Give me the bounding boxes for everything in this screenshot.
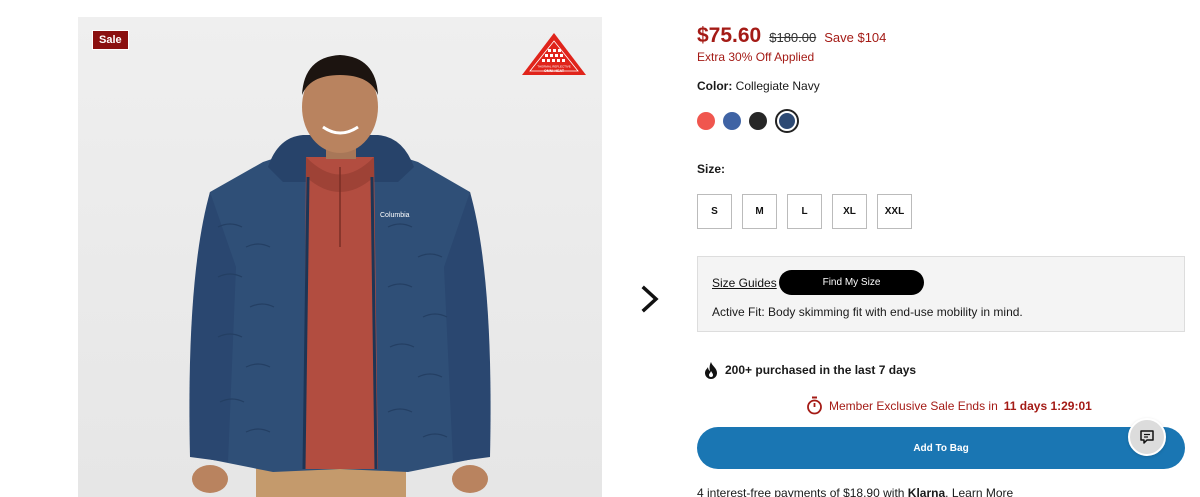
swatch-coral[interactable] — [697, 112, 715, 130]
color-swatches — [697, 109, 799, 133]
size-xl-button[interactable]: XL — [832, 194, 867, 229]
color-label: Color: — [697, 79, 733, 93]
current-price: $75.60 — [697, 24, 762, 47]
stopwatch-icon — [807, 396, 822, 415]
klarna-payment-info: 4 interest-free payments of $18.90 with … — [697, 486, 1013, 497]
color-selector-label: Color: Collegiate Navy — [697, 79, 820, 93]
countdown-prefix: Member Exclusive Sale Ends in — [829, 398, 998, 413]
size-xxl-button[interactable]: XXL — [877, 194, 912, 229]
countdown-time: 11 days 1:29:01 — [1003, 398, 1092, 413]
original-price: $180.00 — [769, 30, 817, 45]
product-image[interactable]: Columbia Sale THERMAL REFLECTIVE OMNI-HE… — [78, 17, 602, 497]
swatch-black[interactable] — [749, 112, 767, 130]
sale-badge: Sale — [92, 30, 129, 50]
flame-icon — [705, 362, 717, 379]
size-label: Size: — [697, 162, 726, 176]
klarna-learn-more[interactable]: . Learn More — [945, 486, 1013, 497]
size-guides-link[interactable]: Size Guides — [712, 276, 777, 290]
omni-logo-line-1: THERMAL REFLECTIVE — [537, 65, 571, 69]
swatch-collegiate-navy[interactable] — [775, 109, 799, 133]
product-photo: Columbia — [189, 55, 491, 497]
fit-description: Active Fit: Body skimming fit with end-u… — [712, 305, 1023, 319]
swatch-blue[interactable] — [723, 112, 741, 130]
selected-color-name: Collegiate Navy — [735, 79, 820, 93]
size-options: S M L XL XXL — [697, 194, 912, 229]
svg-text:Columbia: Columbia — [380, 212, 410, 219]
purchase-count: 200+ purchased in the last 7 days — [703, 361, 916, 379]
chat-button[interactable] — [1128, 418, 1166, 456]
sale-countdown: Member Exclusive Sale Ends in 11 days 1:… — [806, 396, 1092, 415]
size-m-button[interactable]: M — [742, 194, 777, 229]
klarna-prefix: 4 interest-free payments of $18.90 with — [697, 486, 905, 497]
chat-icon — [1140, 430, 1154, 444]
size-l-button[interactable]: L — [787, 194, 822, 229]
promo-applied: Extra 30% Off Applied — [697, 50, 815, 64]
fit-info-panel: Size Guides Find My Size Active Fit: Bod… — [697, 256, 1185, 332]
omni-logo-line-2: OMNI-HEAT — [544, 69, 565, 73]
omni-heat-logo: THERMAL REFLECTIVE OMNI-HEAT — [522, 33, 586, 75]
swatch-fill — [779, 113, 795, 129]
size-s-button[interactable]: S — [697, 194, 732, 229]
purchase-count-text: 200+ purchased in the last 7 days — [725, 363, 917, 377]
savings-text: Save $104 — [824, 30, 887, 45]
find-my-size-button[interactable]: Find My Size — [779, 270, 924, 295]
add-to-bag-button[interactable]: Add To Bag — [697, 427, 1185, 469]
chevron-right-icon[interactable] — [636, 284, 664, 314]
klarna-brand: Klarna — [907, 486, 946, 497]
price-row: $75.60 $180.00 Save $104 — [697, 24, 886, 48]
